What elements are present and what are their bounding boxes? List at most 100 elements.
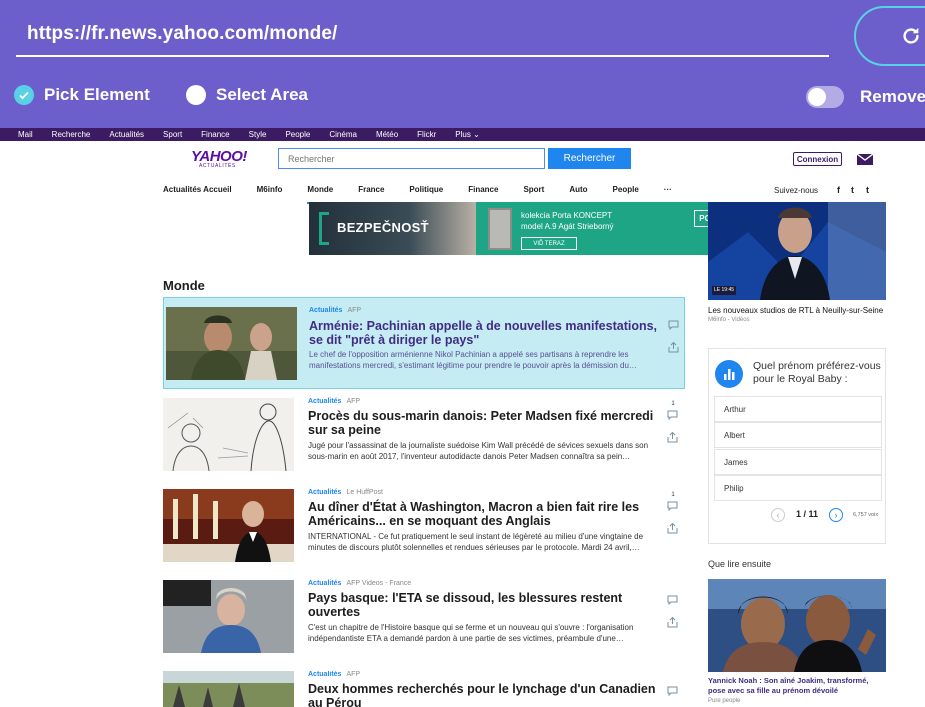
- top-nav-item[interactable]: Recherche: [52, 130, 91, 139]
- poll-prev-button[interactable]: ‹: [771, 508, 785, 522]
- top-nav-item[interactable]: Actualités: [109, 130, 144, 139]
- poll-question: Quel prénom préférez-vous pour le Royal …: [753, 360, 881, 385]
- select-area-option[interactable]: Select Area: [186, 85, 308, 105]
- article-item[interactable]: Actualités Le HuffPost Au dîner d'État à …: [163, 489, 685, 564]
- poll-next-button[interactable]: ›: [829, 508, 843, 522]
- reload-icon: [903, 27, 919, 44]
- section-tab[interactable]: Sport: [523, 185, 544, 199]
- video-image: [708, 202, 886, 300]
- article-thumbnail: [163, 580, 294, 653]
- url-field[interactable]: https://fr.news.yahoo.com/monde/: [27, 23, 337, 45]
- article-source: AFP: [347, 307, 362, 314]
- article-meta: Actualités Le HuffPost: [308, 489, 383, 496]
- article-source: AFP: [346, 671, 361, 678]
- share-icon[interactable]: [667, 616, 678, 628]
- section-tab[interactable]: Actualités Accueil: [163, 185, 232, 199]
- top-nav-item[interactable]: Sport: [163, 130, 182, 139]
- article-title[interactable]: Deux hommes recherchés pour le lynchage …: [308, 682, 660, 707]
- article-category[interactable]: Actualités: [308, 671, 341, 678]
- article-summary: INTERNATIONAL - Ce fut pratiquement le s…: [308, 532, 644, 552]
- comment-icon[interactable]: [668, 320, 679, 331]
- article-meta: Actualités AFP: [308, 398, 360, 405]
- poll-option[interactable]: Philip: [714, 475, 882, 501]
- section-title: Monde: [163, 278, 205, 293]
- mail-icon[interactable]: [857, 154, 873, 165]
- search-input[interactable]: [278, 148, 545, 169]
- section-tab-active[interactable]: Monde: [307, 185, 333, 204]
- section-tab[interactable]: Politique: [409, 185, 443, 199]
- article-item[interactable]: Actualités AFP Deux hommes recherchés pou…: [163, 671, 685, 707]
- article-title[interactable]: Procès du sous-marin danois: Peter Madse…: [308, 409, 660, 437]
- ad-cta-button[interactable]: VIĎ TERAZ: [521, 237, 577, 250]
- article-selected[interactable]: Actualités AFP Arménie: Pachinian appelle…: [163, 297, 685, 389]
- section-tab[interactable]: People: [613, 185, 639, 199]
- read-next-image[interactable]: [708, 579, 886, 672]
- remove-toggle[interactable]: [806, 86, 844, 108]
- yahoo-top-nav: Mail Recherche Actualités Sport Finance …: [0, 128, 925, 141]
- article-actions: [667, 592, 678, 633]
- select-area-label: Select Area: [216, 85, 308, 104]
- article-summary: C'est un chapitre de l'Histoire basque q…: [308, 623, 634, 643]
- poll-chart-icon: [715, 360, 743, 388]
- article-category[interactable]: Actualités: [308, 580, 341, 587]
- pick-element-option[interactable]: Pick Element: [14, 85, 150, 105]
- article-thumbnail: [166, 307, 297, 380]
- more-tabs-icon[interactable]: ···: [664, 185, 672, 199]
- article-item[interactable]: Actualités AFP Procès du sous-marin danoi…: [163, 398, 685, 473]
- search-button[interactable]: Rechercher: [548, 148, 631, 169]
- video-caption[interactable]: Les nouveaux studios de RTL à Neuilly-su…: [708, 306, 883, 315]
- facebook-icon[interactable]: f: [837, 185, 840, 195]
- section-tab[interactable]: Auto: [569, 185, 587, 199]
- article-actions: [667, 683, 678, 707]
- comment-icon[interactable]: [667, 501, 678, 512]
- article-item[interactable]: Actualités AFP Videos - France Pays basqu…: [163, 580, 685, 655]
- read-next-source: Pure people: [708, 698, 741, 704]
- poll-vote-count: 6,757 voix: [853, 512, 879, 518]
- ad-line-1: kolekcia Porta KONCEPT: [521, 211, 613, 220]
- section-tab[interactable]: Finance: [468, 185, 498, 199]
- article-title[interactable]: Arménie: Pachinian appelle à de nouvelle…: [309, 319, 661, 347]
- top-nav-item[interactable]: People: [285, 130, 310, 139]
- article-thumbnail: [163, 398, 294, 471]
- article-title[interactable]: Pays basque: l'ETA se dissoud, les bless…: [308, 591, 660, 619]
- section-tab[interactable]: France: [358, 185, 384, 199]
- article-actions: 1: [667, 492, 679, 539]
- top-nav-item[interactable]: Finance: [201, 130, 229, 139]
- article-actions: 1: [667, 401, 679, 448]
- article-title[interactable]: Au dîner d'État à Washington, Macron a b…: [308, 500, 660, 528]
- comment-icon[interactable]: [667, 595, 678, 606]
- video-thumbnail[interactable]: LE 19:45: [708, 202, 886, 300]
- section-tab[interactable]: M6info: [257, 185, 283, 199]
- ad-left-text: BEZPEČNOSŤ: [337, 220, 429, 235]
- comment-icon[interactable]: [667, 686, 678, 697]
- top-nav-more[interactable]: Plus ⌄: [455, 130, 480, 139]
- remove-label: Remove: [860, 87, 925, 106]
- poll-option[interactable]: Arthur: [714, 396, 882, 422]
- top-nav-item[interactable]: Style: [249, 130, 267, 139]
- toggle-knob: [808, 88, 826, 106]
- top-nav-item[interactable]: Météo: [376, 130, 398, 139]
- article-category[interactable]: Actualités: [308, 398, 341, 405]
- read-next-caption[interactable]: Yannick Noah : Son aîné Joakim, transfor…: [708, 676, 886, 696]
- comment-icon[interactable]: [667, 410, 678, 421]
- top-nav-item[interactable]: Flickr: [417, 130, 436, 139]
- tumblr-icon[interactable]: t: [866, 185, 869, 195]
- poll-page-indicator: 1 / 11: [796, 509, 819, 519]
- share-icon[interactable]: [667, 431, 678, 443]
- login-button[interactable]: Connexion: [793, 152, 842, 166]
- article-summary: Le chef de l'opposition arménienne Nikol…: [309, 350, 637, 370]
- poll-option[interactable]: Albert: [714, 422, 882, 448]
- share-icon[interactable]: [667, 522, 678, 534]
- ad-banner[interactable]: BEZPEČNOSŤ kolekcia Porta KONCEPT model …: [309, 202, 740, 255]
- reload-button[interactable]: [854, 6, 925, 66]
- article-meta: Actualités AFP: [308, 671, 360, 678]
- ad-line-2: model A.9 Agát Strieborný: [521, 222, 614, 231]
- article-category[interactable]: Actualités: [309, 307, 342, 314]
- twitter-icon[interactable]: t: [851, 185, 854, 195]
- top-nav-item[interactable]: Cinéma: [329, 130, 357, 139]
- poll-option[interactable]: James: [714, 449, 882, 475]
- article-category[interactable]: Actualités: [308, 489, 341, 496]
- share-icon[interactable]: [668, 341, 679, 353]
- ad-bracket: [319, 212, 329, 245]
- top-nav-item[interactable]: Mail: [18, 130, 33, 139]
